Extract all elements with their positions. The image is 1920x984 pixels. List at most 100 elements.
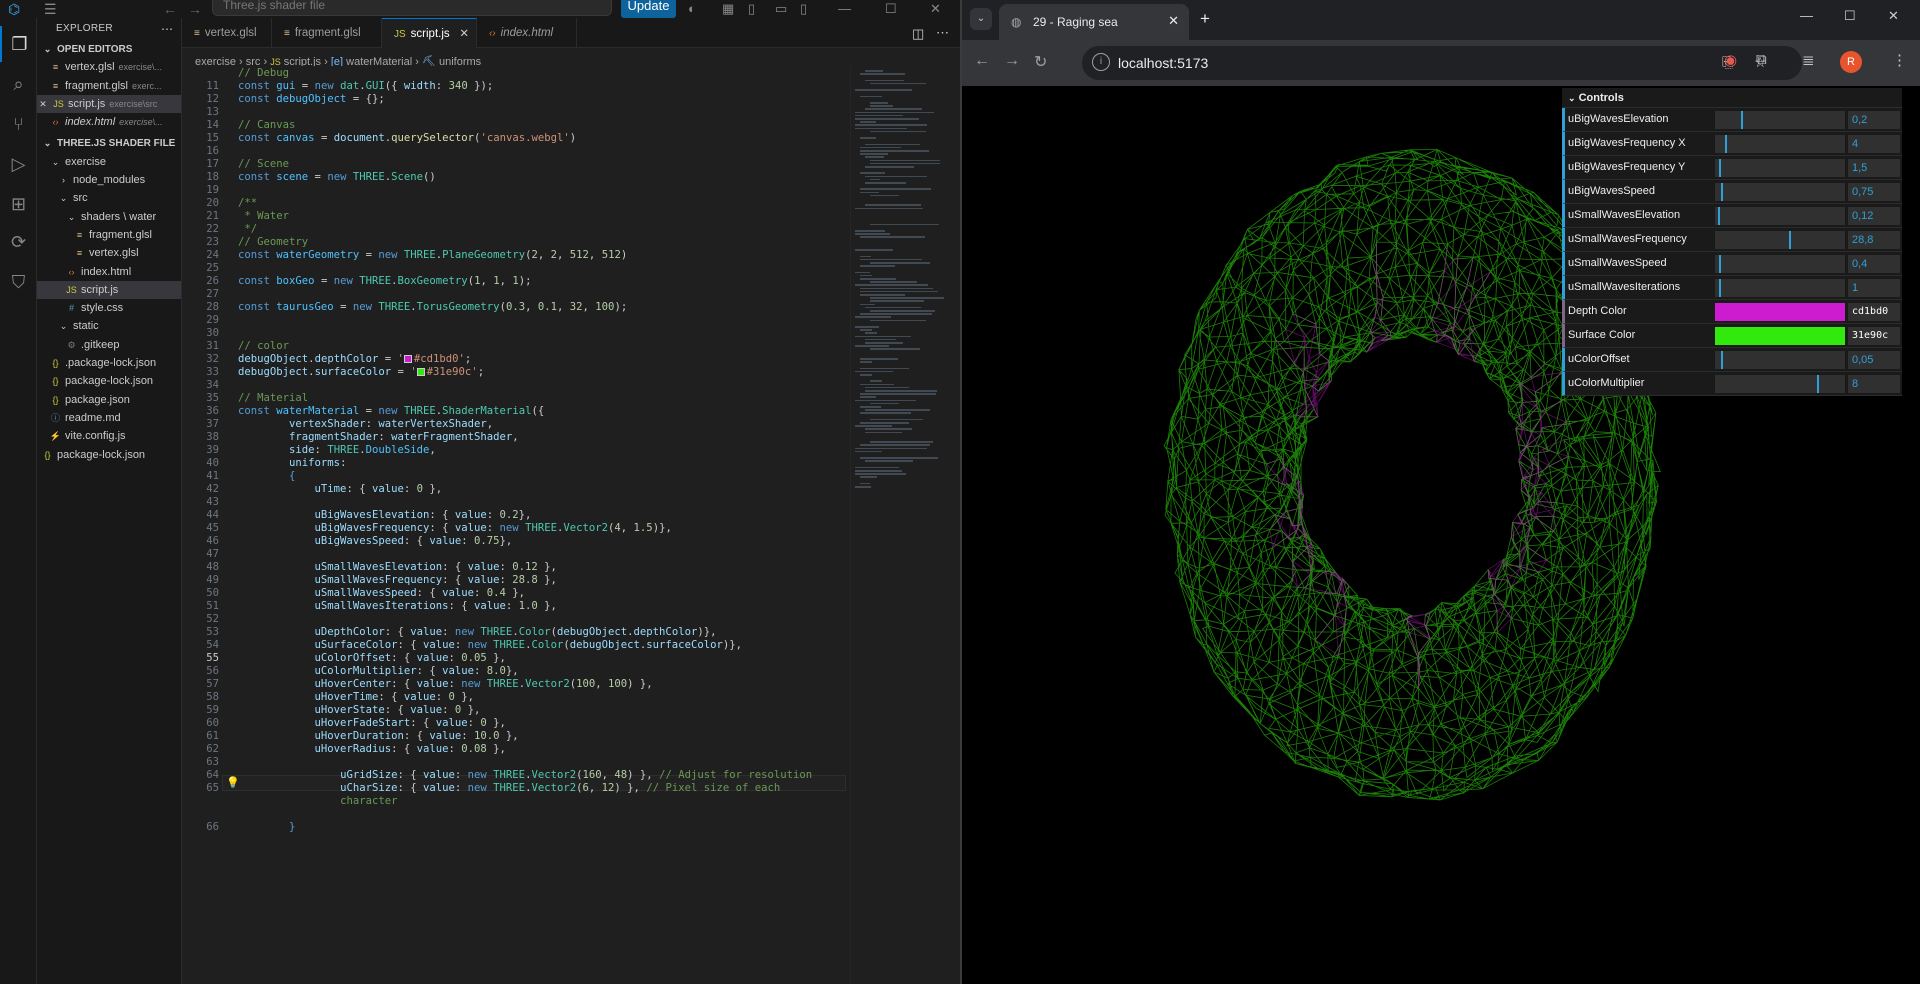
close-tab-icon[interactable]: ✕ bbox=[1168, 13, 1179, 29]
gui-slider[interactable] bbox=[1715, 159, 1845, 177]
remote-icon[interactable]: ⟳ bbox=[0, 224, 37, 260]
slider-thumb[interactable] bbox=[1718, 207, 1720, 225]
tree-file[interactable]: JS script.js bbox=[37, 280, 181, 300]
project-title[interactable]: THREE.JS SHADER FILE bbox=[57, 138, 175, 149]
update-button[interactable]: Update bbox=[621, 0, 676, 18]
explorer-icon[interactable]: ❐ bbox=[0, 26, 37, 62]
chevron-down-icon[interactable]: ⌄ bbox=[41, 40, 54, 58]
browser-tab[interactable]: ◍ 29 - Raging sea ✕ bbox=[999, 4, 1189, 40]
close-window-icon[interactable]: ✕ bbox=[1888, 8, 1899, 24]
new-tab-icon[interactable]: + bbox=[1200, 9, 1210, 29]
toggle-sidebar-icon[interactable]: ▯ bbox=[748, 0, 755, 18]
number-input[interactable]: 1,5 bbox=[1848, 159, 1900, 177]
number-input[interactable]: 4 bbox=[1848, 135, 1900, 153]
toggle-secondary-sidebar-icon[interactable]: ▯ bbox=[800, 0, 807, 18]
open-editor-item[interactable]: ≡ fragment.glsl exerc... bbox=[37, 77, 181, 95]
open-editor-item[interactable]: ≡ vertex.glsl exercise\... bbox=[37, 58, 181, 76]
tree-folder[interactable]: ⌄ exercise bbox=[37, 153, 181, 171]
bookmark-icon[interactable]: ⛉ bbox=[0, 264, 37, 300]
tab-search-icon[interactable]: ⌄ bbox=[970, 8, 992, 30]
number-input[interactable]: 28,8 bbox=[1848, 231, 1900, 249]
color-picker[interactable] bbox=[1715, 327, 1845, 345]
tree-file[interactable]: {} package-lock.json bbox=[37, 372, 181, 390]
site-info-icon[interactable]: i bbox=[1092, 53, 1110, 71]
account-icon[interactable]: ◐ bbox=[688, 0, 696, 18]
tree-file[interactable]: ⚡ vite.config.js bbox=[37, 427, 181, 445]
toggle-panel-icon[interactable]: ▭ bbox=[775, 0, 787, 18]
tree-folder[interactable]: › node_modules bbox=[37, 171, 181, 189]
gui-slider[interactable] bbox=[1715, 135, 1845, 153]
tree-file[interactable]: ≡ fragment.glsl bbox=[37, 226, 181, 244]
slider-thumb[interactable] bbox=[1817, 375, 1819, 393]
back-arrow-icon[interactable]: ← bbox=[974, 52, 990, 70]
minimize-icon[interactable]: — bbox=[1800, 8, 1813, 23]
address-bar[interactable]: i localhost:5173 ⎘ ☆ bbox=[1082, 46, 1802, 80]
slider-thumb[interactable] bbox=[1721, 183, 1723, 201]
tree-file[interactable]: # style.css bbox=[37, 299, 181, 317]
split-editor-icon[interactable]: ◫ bbox=[912, 26, 924, 42]
tree-file[interactable]: {} package.json bbox=[37, 391, 181, 409]
close-icon[interactable]: ✕ bbox=[37, 95, 49, 113]
maximize-icon[interactable]: ☐ bbox=[1844, 8, 1856, 24]
number-input[interactable]: 1 bbox=[1848, 279, 1900, 297]
tab-index[interactable]: ‹› index.html bbox=[477, 18, 577, 48]
webgl-viewport[interactable]: ⌄ Controls uBigWavesElevation 0,2 uBigWave… bbox=[962, 86, 1920, 984]
tab-vertex[interactable]: ≡ vertex.glsl bbox=[182, 18, 272, 48]
tree-file[interactable]: ‹› index.html bbox=[37, 263, 181, 281]
number-input[interactable]: 0,05 bbox=[1848, 351, 1900, 369]
code-editor[interactable]: 💡 11 12 13 14 15 16 17 18 19 20 21 22 23 24 25 26 27 28 29… bbox=[182, 66, 850, 984]
menu-icon[interactable]: ☰ bbox=[44, 0, 57, 18]
tree-file[interactable]: {} .package-lock.json bbox=[37, 354, 181, 372]
tab-fragment[interactable]: ≡ fragment.glsl bbox=[272, 18, 382, 48]
command-search-input[interactable]: Three.js shader file bbox=[212, 0, 612, 16]
tree-folder[interactable]: ⌄ static bbox=[37, 317, 181, 335]
slider-thumb[interactable] bbox=[1721, 351, 1723, 369]
gui-title[interactable]: ⌄ Controls bbox=[1562, 88, 1902, 108]
color-swatch-icon[interactable] bbox=[416, 368, 425, 376]
reload-icon[interactable]: ↻ bbox=[1034, 52, 1047, 72]
layout-icon[interactable]: ▦ bbox=[722, 0, 734, 18]
minimap[interactable] bbox=[850, 66, 960, 984]
tree-file[interactable]: ⓘ readme.md bbox=[37, 409, 181, 427]
minimize-icon[interactable]: — bbox=[838, 0, 851, 18]
tree-file[interactable]: ≡ vertex.glsl bbox=[37, 244, 181, 262]
source-control-icon[interactable]: ⑂ bbox=[0, 106, 37, 142]
extensions-icon[interactable]: ⊞ bbox=[0, 186, 37, 222]
gui-slider[interactable] bbox=[1715, 207, 1845, 225]
color-value-input[interactable]: cd1bd0 bbox=[1848, 303, 1900, 321]
gui-slider[interactable] bbox=[1715, 375, 1845, 393]
more-actions-icon[interactable]: ⋯ bbox=[161, 22, 173, 36]
slider-thumb[interactable] bbox=[1719, 255, 1721, 273]
slider-thumb[interactable] bbox=[1789, 231, 1791, 249]
media-control-icon[interactable]: ≣ bbox=[1802, 51, 1815, 69]
number-input[interactable]: 0,75 bbox=[1848, 183, 1900, 201]
tree-file[interactable]: {} package-lock.json bbox=[37, 446, 181, 464]
open-editor-item[interactable]: ‹› index.html exercise\... bbox=[37, 113, 181, 131]
maximize-icon[interactable]: ☐ bbox=[885, 0, 897, 18]
slider-thumb[interactable] bbox=[1719, 279, 1721, 297]
open-editor-item[interactable]: ✕ JS script.js exercise\src bbox=[37, 94, 181, 114]
tree-folder[interactable]: ⌄ shaders \ water bbox=[37, 208, 181, 226]
gui-slider[interactable] bbox=[1715, 351, 1845, 369]
gui-slider[interactable] bbox=[1715, 111, 1845, 129]
color-picker[interactable] bbox=[1715, 303, 1845, 321]
number-input[interactable]: 0,2 bbox=[1848, 111, 1900, 129]
slider-thumb[interactable] bbox=[1725, 135, 1727, 153]
gui-slider[interactable] bbox=[1715, 279, 1845, 297]
open-editors-title[interactable]: OPEN EDITORS bbox=[57, 44, 132, 55]
slider-thumb[interactable] bbox=[1719, 159, 1721, 177]
forward-arrow-icon[interactable]: → bbox=[188, 0, 202, 18]
tree-file[interactable]: ⚙ .gitkeep bbox=[37, 336, 181, 354]
run-debug-icon[interactable]: ▷ bbox=[0, 146, 37, 182]
chevron-down-icon[interactable]: ⌄ bbox=[41, 134, 54, 152]
gui-slider[interactable] bbox=[1715, 183, 1845, 201]
number-input[interactable]: 0,12 bbox=[1848, 207, 1900, 225]
close-window-icon[interactable]: ✕ bbox=[930, 0, 941, 18]
number-input[interactable]: 0,4 bbox=[1848, 255, 1900, 273]
close-icon[interactable]: ✕ bbox=[459, 19, 469, 49]
puzzle-icon[interactable]: ⧉ bbox=[1756, 51, 1767, 68]
avatar[interactable]: R bbox=[1840, 51, 1862, 73]
menu-kebab-icon[interactable]: ⋮ bbox=[1892, 51, 1907, 69]
extension-icon[interactable]: ◉ bbox=[1724, 51, 1737, 69]
color-value-input[interactable]: 31e90c bbox=[1848, 327, 1900, 345]
